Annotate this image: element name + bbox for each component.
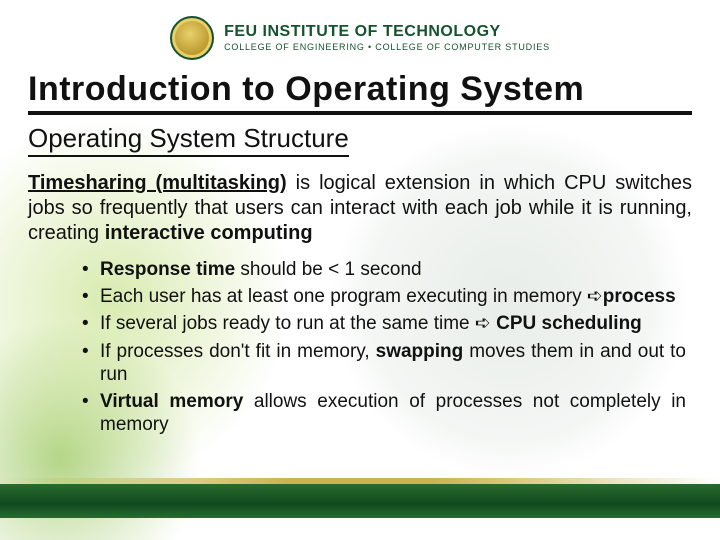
arrow-icon: ➪ bbox=[475, 313, 491, 334]
bullet-keyword: swapping bbox=[376, 341, 464, 362]
bullet-pre: If several jobs ready to run at the same… bbox=[100, 313, 475, 334]
list-item: If several jobs ready to run at the same… bbox=[82, 312, 686, 335]
slide-subtitle: Operating System Structure bbox=[28, 123, 349, 157]
list-item: Each user has at least one program execu… bbox=[82, 285, 686, 308]
header: FEU INSTITUTE OF TECHNOLOGY COLLEGE OF E… bbox=[0, 16, 720, 60]
bullet-list: Response time should be < 1 second Each … bbox=[82, 258, 686, 436]
bullet-post: should be < 1 second bbox=[235, 259, 421, 280]
bullet-pre: Each user has at least one program execu… bbox=[100, 286, 587, 307]
intro-lead: Timesharing (multitasking) bbox=[28, 172, 287, 194]
intro-paragraph: Timesharing (multitasking) is logical ex… bbox=[28, 171, 692, 246]
intro-tail: interactive computing bbox=[105, 222, 313, 244]
bullet-keyword: CPU scheduling bbox=[491, 313, 642, 334]
slide: FEU INSTITUTE OF TECHNOLOGY COLLEGE OF E… bbox=[0, 0, 720, 540]
institution-block: FEU INSTITUTE OF TECHNOLOGY COLLEGE OF E… bbox=[224, 24, 550, 52]
bullet-keyword: Response time bbox=[100, 259, 235, 280]
footer-green-bar bbox=[0, 484, 720, 518]
slide-title: Introduction to Operating System bbox=[28, 70, 692, 115]
bullet-pre: If processes don't fit in memory, bbox=[100, 341, 376, 362]
bullet-keyword: Virtual memory bbox=[100, 391, 243, 412]
institution-seal-icon bbox=[170, 16, 214, 60]
list-item: Virtual memory allows execution of proce… bbox=[82, 390, 686, 436]
content: Introduction to Operating System Operati… bbox=[28, 70, 692, 440]
bullet-keyword: process bbox=[603, 286, 676, 307]
arrow-icon: ➪ bbox=[587, 286, 603, 307]
institution-subline: COLLEGE OF ENGINEERING • COLLEGE OF COMP… bbox=[224, 43, 550, 52]
list-item: Response time should be < 1 second bbox=[82, 258, 686, 281]
institution-name: FEU INSTITUTE OF TECHNOLOGY bbox=[224, 24, 550, 40]
list-item: If processes don't fit in memory, swappi… bbox=[82, 340, 686, 386]
